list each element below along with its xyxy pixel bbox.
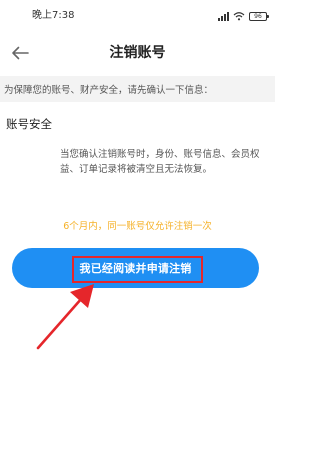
- notice-text: 为保障您的账号、财产安全，请先确认一下信息：: [4, 85, 214, 96]
- section-title: 账号安全: [6, 117, 52, 131]
- wifi-icon: [233, 12, 245, 21]
- status-icons: 96: [218, 10, 269, 22]
- section-description: 当您确认注销账号时，身份、账号信息、会员权益、订单记录将被清空且无法恢复。: [60, 149, 260, 175]
- page-title: 注销账号: [109, 45, 166, 61]
- status-bar: 晚上7:38 96: [0, 0, 275, 26]
- status-time: 晚上7:38: [32, 10, 75, 21]
- confirm-button-label: 我已经阅读并申请注销: [79, 263, 192, 275]
- battery-level: 96: [254, 12, 262, 20]
- battery-icon: 96: [249, 11, 269, 21]
- limit-note: 6个月内，同一账号仅允许注销一次: [63, 221, 212, 232]
- notice-banner: 为保障您的账号、财产安全，请先确认一下信息：: [0, 76, 275, 102]
- header-bar: 注销账号: [0, 36, 275, 70]
- apply-cancellation-button[interactable]: 我已经阅读并申请注销: [12, 248, 259, 288]
- signal-icon: [218, 11, 229, 21]
- annotation-arrow-icon: [36, 284, 94, 350]
